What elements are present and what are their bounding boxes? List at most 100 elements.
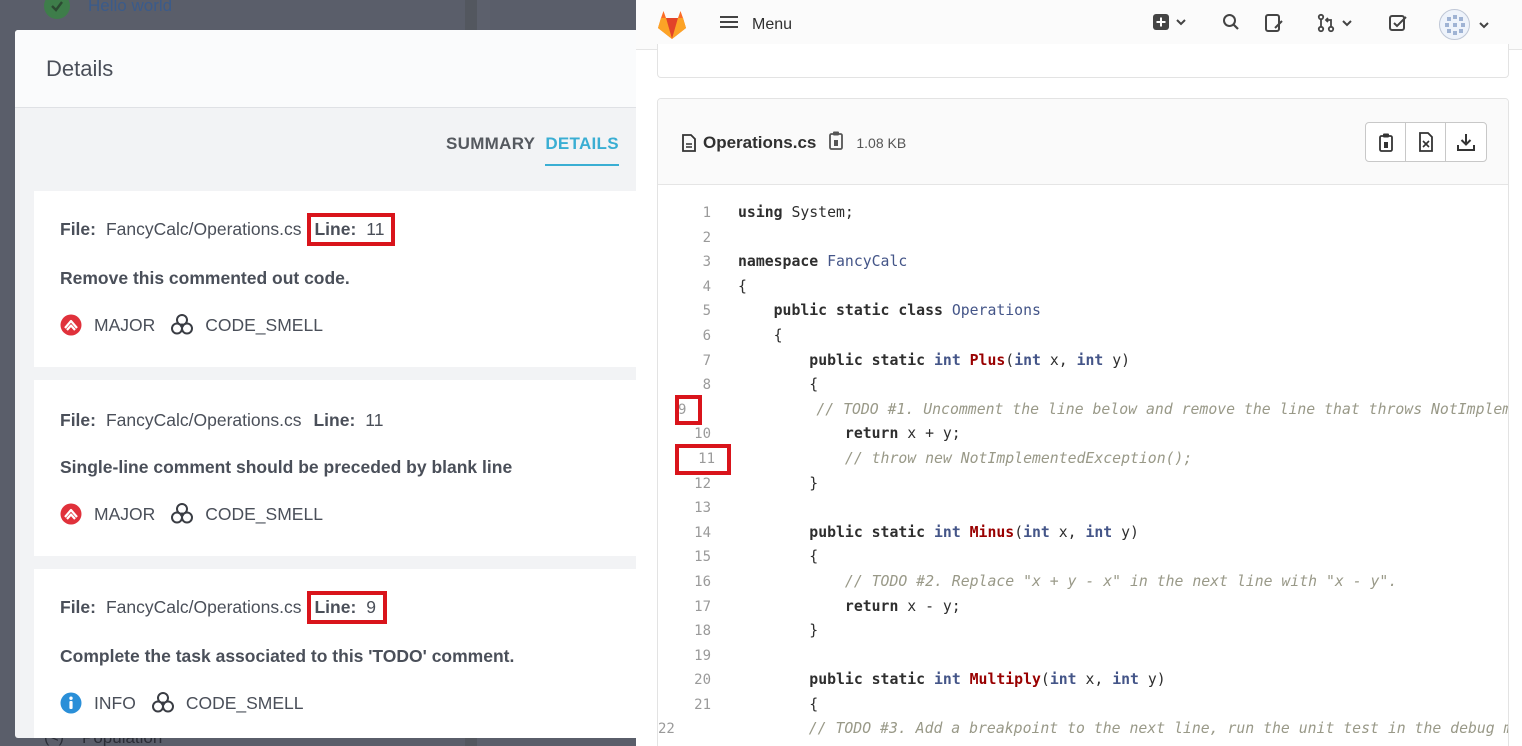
file-path: FancyCalc/Operations.cs [105,597,302,617]
todos-button[interactable] [1388,13,1408,33]
line-number[interactable]: 19 [658,644,711,669]
line-number[interactable]: 8 [658,373,711,398]
line-label: Line: [313,410,356,430]
file-size: 1.08 KB [856,134,907,151]
line-number[interactable]: 17 [658,595,711,620]
line-highlight-box: Line: 9 [307,591,388,624]
copy-contents-button[interactable] [1366,123,1406,161]
line-number[interactable]: 1 [658,201,711,226]
highlighted-line-number[interactable]: 11 [675,443,731,475]
line-highlight-box: Line: 11 [307,213,396,246]
line-number: 9 [366,597,377,617]
gitlab-panel: Menu Operations.cs 1.08 KB 1 using Syste… [636,0,1522,746]
code-line: 11 // throw new NotImplementedException(… [658,443,1508,475]
code-line: 2 [658,226,1508,251]
line-number[interactable]: 14 [658,521,711,546]
line-number: 11 [365,410,384,430]
info-severity-icon [60,692,82,714]
gitlab-logo-icon[interactable] [656,9,688,45]
issue-file-row: File: FancyCalc/Operations.cs Line: 11 [60,213,396,246]
background-item-label: Hello world [88,0,173,15]
tab-summary[interactable]: SUMMARY [446,134,535,166]
line-number[interactable]: 3 [658,250,711,275]
menu-label: Menu [752,15,793,33]
issue-card[interactable]: File: FancyCalc/Operations.cs Line: 11 S… [34,380,654,556]
plus-square-icon [1153,14,1169,30]
download-icon [1457,134,1475,151]
download-button[interactable] [1446,123,1486,161]
new-dropdown-button[interactable] [1152,13,1187,31]
line-number[interactable]: 12 [658,472,711,497]
previous-content-block [657,44,1509,78]
line-number[interactable]: 2 [658,226,711,251]
line-label: Line: [314,597,357,617]
line-number[interactable]: 15 [658,545,711,570]
code-line: 3 namespace FancyCalc [658,250,1508,275]
type-label: CODE_SMELL [205,503,323,524]
issues-button[interactable] [1264,13,1284,33]
merge-requests-button[interactable] [1316,13,1353,33]
severity-label: INFO [94,692,136,713]
line-number[interactable]: 22 [658,717,675,742]
code-text: return x - y; [844,597,961,615]
highlighted-line-number[interactable]: 9 [674,394,703,426]
issue-card[interactable]: File: FancyCalc/Operations.cs Line: 11 R… [34,191,654,367]
user-avatar-menu[interactable] [1439,9,1490,40]
copy-path-icon[interactable] [828,130,844,155]
severity-label: MAJOR [94,503,156,524]
issue-tags: INFO CODE_SMELL [60,690,304,716]
code-text: // TODO #1. Uncomment the line below and… [816,400,1509,418]
chevron-down-icon [1342,20,1352,27]
copy-icon [1378,133,1393,152]
code-line: 1 using System; [658,201,1508,226]
todo-check-icon [1389,15,1407,31]
code-text: namespace FancyCalc [738,253,908,271]
line-number[interactable]: 10 [658,422,711,447]
code-text: { [738,326,783,344]
line-number[interactable]: 20 [658,668,711,693]
tab-details[interactable]: DETAILS [545,134,619,166]
issue-message: Single-line comment should be preceded b… [60,457,513,477]
severity-label: MAJOR [94,314,156,335]
open-raw-button[interactable] [1406,123,1446,161]
code-line: 6 { [658,324,1508,349]
line-number[interactable]: 21 [658,693,711,718]
biohazard-icon [171,503,194,524]
code-text: // throw new NotImplementedException(); [844,449,1193,467]
code-text: public static int Multiply(int x, int y) [809,671,1166,689]
biohazard-icon [151,692,174,713]
file-viewer: Operations.cs 1.08 KB 1 using System; 2 3 na… [657,98,1509,746]
line-number[interactable]: 13 [658,496,711,521]
check-circle-icon [44,0,70,19]
line-number[interactable]: 5 [658,299,711,324]
line-info: Line: 11 [313,410,383,431]
line-number[interactable]: 16 [658,570,711,595]
code-text: // TODO #2. Replace "x + y - x" in the n… [844,572,1398,590]
line-number[interactable]: 7 [658,349,711,374]
line-number[interactable]: 18 [658,619,711,644]
file-label: File: [60,219,96,239]
line-number: 11 [366,219,385,239]
avatar [1439,9,1470,40]
code-text: return x + y; [844,425,961,443]
code-line: 5 public static class Operations [658,299,1508,324]
file-icon [682,133,696,152]
modal-header: Details [15,30,655,108]
issue-message: Complete the task associated to this 'TO… [60,646,515,666]
type-label: CODE_SMELL [205,314,323,335]
code-text: public static int Minus(int x, int y) [809,523,1139,541]
line-label: Line: [314,219,357,239]
hamburger-icon [720,14,740,35]
issue-card[interactable]: File: FancyCalc/Operations.cs Line: 9 Co… [34,569,654,738]
menu-button[interactable]: Menu [720,14,792,35]
code-line: 16 // TODO #2. Replace "x + y - x" in th… [658,570,1508,595]
line-number[interactable]: 4 [658,275,711,300]
line-number[interactable]: 6 [658,324,711,349]
file-actions [1365,122,1487,162]
major-severity-icon [60,314,82,336]
search-button[interactable] [1222,13,1240,31]
code-text: public static int Plus(int x, int y) [809,351,1131,369]
biohazard-icon [171,314,194,335]
raw-file-icon [1418,132,1433,152]
